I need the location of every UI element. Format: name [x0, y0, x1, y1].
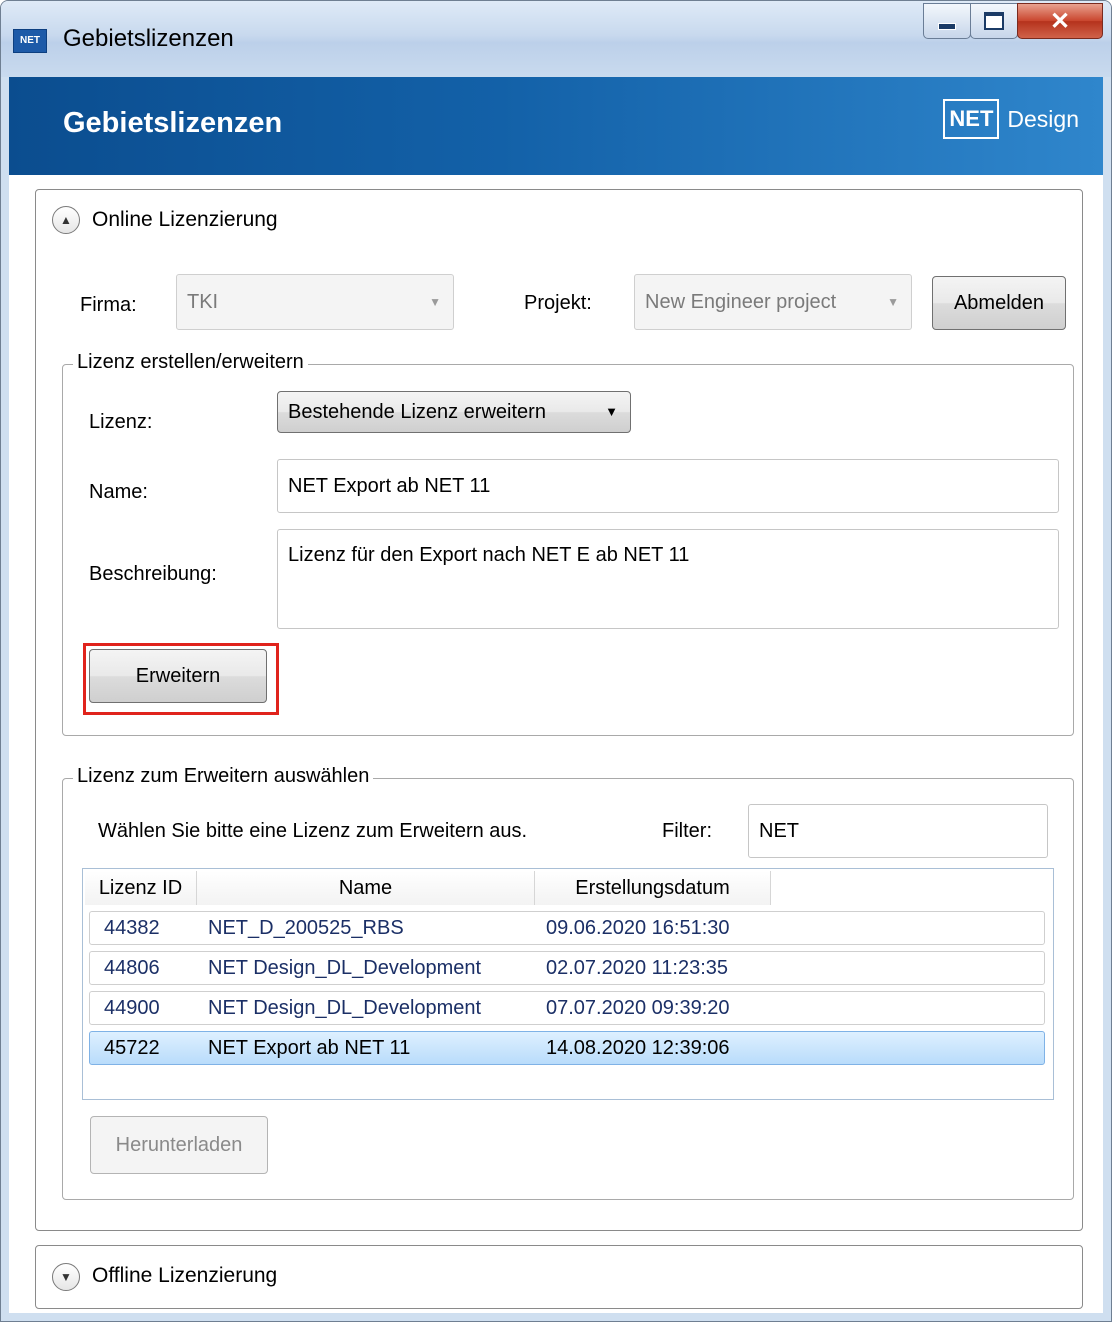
minimize-icon: [938, 22, 956, 30]
close-icon: ✕: [1049, 7, 1071, 35]
select-hint: Wählen Sie bitte eine Lizenz zum Erweite…: [98, 820, 528, 842]
online-licensing-expander: ▲ Online Lizenzierung Firma: TKI ▼ Proje…: [35, 189, 1083, 1231]
table-row[interactable]: 44382 NET_D_200525_RBS 09.06.2020 16:51:…: [89, 911, 1045, 945]
close-button[interactable]: ✕: [1017, 3, 1103, 39]
license-list[interactable]: Lizenz ID Name Erstellungsdatum 44382 NE…: [82, 868, 1054, 1100]
content-area: ▲ Online Lizenzierung Firma: TKI ▼ Proje…: [9, 175, 1103, 1313]
firma-value: TKI: [187, 291, 219, 313]
table-row[interactable]: 44806 NET Design_DL_Development 02.07.20…: [89, 951, 1045, 985]
filter-label: Filter:: [662, 820, 712, 842]
expand-chevron-icon[interactable]: ▼: [52, 1263, 80, 1291]
group-title: Lizenz erstellen/erweitern: [73, 351, 308, 374]
maximize-icon: [984, 12, 1004, 30]
cell-name: NET Design_DL_Development: [208, 957, 482, 979]
logo-box: NET: [943, 99, 1000, 139]
erweitern-button[interactable]: Erweitern: [89, 649, 267, 703]
maximize-button[interactable]: [970, 3, 1018, 39]
column-header-id[interactable]: Lizenz ID: [85, 871, 197, 905]
column-header-date[interactable]: Erstellungsdatum: [535, 871, 771, 905]
cell-date: 09.06.2020 16:51:30: [546, 917, 730, 939]
cell-id: 45722: [104, 1037, 160, 1059]
projekt-dropdown[interactable]: New Engineer project ▼: [634, 274, 912, 330]
beschreibung-label: Beschreibung:: [89, 563, 217, 585]
cell-id: 44382: [104, 917, 160, 939]
chevron-down-icon: ▼: [887, 295, 899, 309]
filter-input[interactable]: NET: [748, 804, 1048, 858]
chevron-down-icon: ▼: [429, 295, 441, 309]
header-banner: Gebietslizenzen NET Design: [9, 77, 1103, 175]
window-controls: ✕: [923, 3, 1103, 39]
net-design-logo: NET Design: [943, 99, 1079, 139]
lizenz-value: Bestehende Lizenz erweitern: [288, 401, 546, 423]
beschreibung-input[interactable]: Lizenz für den Export nach NET E ab NET …: [277, 529, 1059, 629]
create-license-group: Lizenz erstellen/erweitern Lizenz: Beste…: [62, 351, 1074, 736]
offline-licensing-expander: ▼ Offline Lizenzierung: [35, 1245, 1083, 1309]
cell-date: 02.07.2020 11:23:35: [546, 957, 729, 979]
app-icon: NET: [13, 29, 47, 53]
table-row[interactable]: 44900 NET Design_DL_Development 07.07.20…: [89, 991, 1045, 1025]
herunterladen-button[interactable]: Herunterladen: [90, 1116, 268, 1174]
cell-date: 14.08.2020 12:39:06: [546, 1037, 730, 1059]
collapse-chevron-icon[interactable]: ▲: [52, 206, 80, 234]
column-header-name[interactable]: Name: [197, 871, 535, 905]
page-title: Gebietslizenzen: [63, 107, 283, 139]
group-title: Lizenz zum Erweitern auswählen: [73, 765, 374, 788]
chevron-down-icon: ▼: [605, 404, 618, 419]
projekt-label: Projekt:: [524, 292, 592, 314]
projekt-value: New Engineer project: [645, 291, 837, 313]
cell-id: 44806: [104, 957, 160, 979]
lizenz-dropdown[interactable]: Bestehende Lizenz erweitern ▼: [277, 391, 631, 433]
license-window: NET Gebietslizenzen ✕ Gebietslizenzen NE…: [0, 0, 1112, 1322]
logo-word: Design: [1007, 105, 1079, 132]
cell-date: 07.07.2020 09:39:20: [546, 997, 730, 1019]
abmelden-button[interactable]: Abmelden: [932, 276, 1066, 330]
cell-name: NET_D_200525_RBS: [208, 917, 404, 939]
lizenz-label: Lizenz:: [89, 411, 153, 433]
window-title: Gebietslizenzen: [63, 25, 234, 52]
title-bar[interactable]: NET Gebietslizenzen ✕: [1, 1, 1111, 77]
name-label: Name:: [89, 481, 148, 503]
cell-id: 44900: [104, 997, 160, 1019]
cell-name: NET Design_DL_Development: [208, 997, 482, 1019]
offline-licensing-label[interactable]: Offline Lizenzierung: [92, 1264, 277, 1288]
table-row-selected[interactable]: 45722 NET Export ab NET 11 14.08.2020 12…: [89, 1031, 1045, 1065]
cell-name: NET Export ab NET 11: [208, 1037, 411, 1059]
online-licensing-label[interactable]: Online Lizenzierung: [92, 208, 278, 232]
list-header: Lizenz ID Name Erstellungsdatum: [85, 871, 771, 905]
minimize-button[interactable]: [923, 3, 971, 39]
name-input[interactable]: NET Export ab NET 11: [277, 459, 1059, 513]
firma-label: Firma:: [80, 294, 137, 316]
firma-dropdown[interactable]: TKI ▼: [176, 274, 454, 330]
